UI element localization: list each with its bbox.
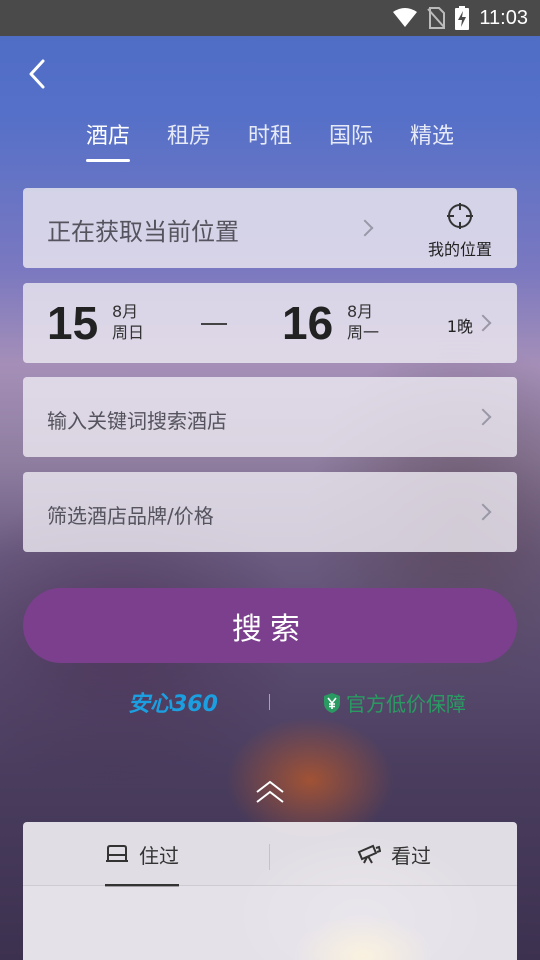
checkout-weekday: 周一 — [347, 323, 380, 342]
history-panel: 住过 看过 — [23, 822, 517, 960]
category-tabs: 酒店 租房 时租 国际 精选 — [70, 118, 470, 162]
status-bar: 11:03 — [0, 0, 540, 36]
history-tab-divider — [269, 844, 270, 870]
my-location-button[interactable]: 我的位置 — [423, 202, 497, 260]
brand-price-filter-field[interactable]: 筛选酒店品牌/价格 — [23, 472, 517, 552]
expand-up-button[interactable] — [254, 778, 286, 808]
checkout-month: 8月 — [347, 302, 374, 321]
location-card[interactable]: 正在获取当前位置 我的位置 — [23, 188, 517, 268]
tab-international[interactable]: 国际 — [313, 118, 389, 162]
checkin-weekday: 周日 — [112, 323, 145, 342]
yen-shield-icon — [324, 692, 340, 713]
crosshair-icon — [447, 203, 473, 229]
location-text: 正在获取当前位置 — [47, 218, 239, 246]
history-content — [23, 886, 517, 960]
battery-charging-icon — [455, 6, 470, 30]
guarantee-badges: 安心360 官方低价保障 — [0, 686, 540, 718]
my-location-label: 我的位置 — [427, 240, 492, 259]
keyword-placeholder: 输入关键词搜索酒店 — [47, 409, 227, 433]
clock: 11:03 — [479, 6, 528, 29]
bed-icon — [106, 845, 128, 862]
filter-placeholder: 筛选酒店品牌/价格 — [47, 504, 214, 528]
tab-hourly[interactable]: 时租 — [232, 118, 308, 162]
tab-rental[interactable]: 租房 — [151, 118, 227, 162]
tab-stayed-label: 住过 — [139, 843, 179, 868]
no-sim-icon — [427, 7, 446, 29]
back-arrow-icon — [29, 59, 45, 89]
chevron-right-icon — [474, 408, 492, 426]
chevron-right-icon — [474, 503, 492, 521]
checkout-meta: 8月 周一 — [347, 301, 379, 343]
keyword-search-field[interactable]: 输入关键词搜索酒店 — [23, 377, 517, 457]
date-separator — [201, 323, 227, 325]
history-tabs: 住过 看过 — [23, 822, 517, 887]
tab-hotel[interactable]: 酒店 — [70, 118, 146, 162]
tab-viewed-label: 看过 — [391, 843, 431, 868]
badge-divider — [269, 694, 270, 710]
tab-viewed[interactable]: 看过 — [357, 822, 431, 886]
date-card[interactable]: 15 8月 周日 16 8月 周一 1晚 — [23, 283, 517, 363]
checkout-day: 16 — [282, 297, 334, 349]
price-guarantee-text: 官方低价保障 — [346, 692, 466, 716]
chevron-right-icon — [474, 314, 492, 332]
price-guarantee-badge[interactable]: 官方低价保障 — [322, 688, 466, 717]
tab-stayed[interactable]: 住过 — [105, 822, 179, 887]
double-chevron-up-icon — [256, 780, 284, 803]
checkin-day: 15 — [47, 297, 99, 349]
chevron-right-icon — [356, 219, 374, 237]
search-button[interactable]: 搜索 — [23, 588, 517, 663]
wifi-icon — [393, 8, 418, 28]
back-button[interactable] — [22, 54, 54, 94]
checkin-month: 8月 — [112, 302, 139, 321]
nights-count: 1晚 — [446, 317, 473, 336]
anxin360-logo[interactable]: 安心360 — [128, 686, 218, 718]
tab-featured[interactable]: 精选 — [394, 118, 470, 162]
checkin-meta: 8月 周日 — [112, 301, 144, 343]
telescope-icon — [357, 844, 381, 864]
